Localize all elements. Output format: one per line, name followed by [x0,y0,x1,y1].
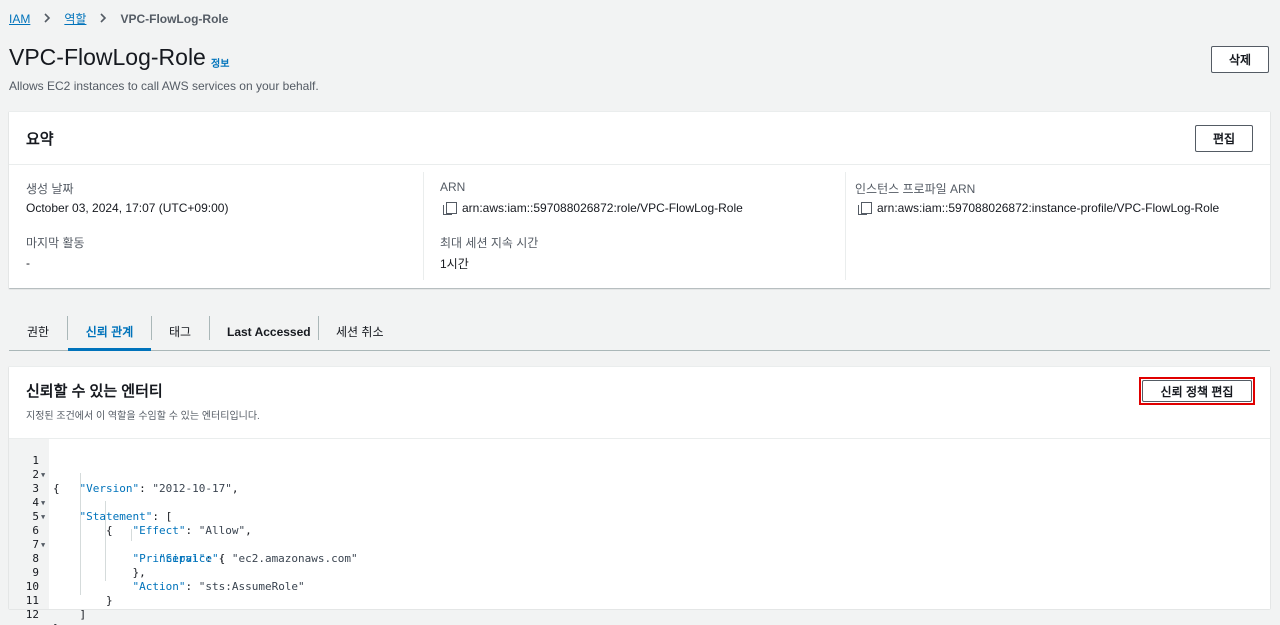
edit-button[interactable]: 편집 [1195,125,1253,152]
code-line: 9 "Action": "sts:AssumeRole" [9,552,304,593]
copy-icon[interactable] [443,201,457,215]
breadcrumb-iam-link[interactable]: IAM [9,12,30,26]
created-date-value: October 03, 2024, 17:07 (UTC+09:00) [26,201,229,215]
code-line: 1 ▼ { [9,440,59,495]
code-text: ] [53,608,87,621]
instance-profile-value-row: arn:aws:iam::597088026872:instance-profi… [858,201,1219,215]
code-text: "Statement": [ [79,510,173,523]
page-description: Allows EC2 instances to call AWS service… [9,79,319,93]
tab-revoke-sessions[interactable]: 세션 취소 [336,313,384,350]
arn-value: arn:aws:iam::597088026872:role/VPC-FlowL… [462,201,743,215]
code-line: 8 }, [9,538,145,579]
copy-icon[interactable] [858,201,872,215]
max-session-value: 1시간 [440,257,469,271]
info-link[interactable]: 정보 [211,55,229,70]
instance-profile-label: 인스턴스 프로파일 ARN [855,182,976,196]
code-line: 6 ▼ "Principal": { [9,510,225,565]
summary-column-1: 생성 날짜 October 03, 2024, 17:07 (UTC+09:00… [26,172,424,280]
line-number: 12 [25,608,39,621]
code-line: 5 "Effect": "Allow", [9,496,251,537]
tab-trust-relationships[interactable]: 신뢰 관계 [68,313,151,351]
summary-title: 요약 [26,131,54,148]
tab-divider [209,316,210,340]
code-line: 2 "Version": "2012-10-17", [9,454,238,495]
summary-column-2: ARN arn:aws:iam::597088026872:role/VPC-F… [440,172,846,280]
arn-value-row: arn:aws:iam::597088026872:role/VPC-FlowL… [443,201,743,215]
summary-column-3: 인스턴스 프로파일 ARN arn:aws:iam::597088026872:… [855,172,1261,280]
tab-tags[interactable]: 태그 [169,313,191,350]
summary-panel: 요약 편집 생성 날짜 October 03, 2024, 17:07 (UTC… [9,111,1270,288]
highlight-box: 신뢰 정책 편집 [1139,377,1255,405]
code-line: 10 } [9,566,113,607]
trusted-entities-description: 지정된 조건에서 이 역할을 수임할 수 있는 엔터티입니다. [26,411,260,422]
last-activity-value: - [26,256,30,270]
tab-divider [151,316,152,340]
summary-divider [9,164,1270,165]
chevron-right-icon [40,11,54,26]
trusted-entities-title: 신뢰할 수 있는 엔터티 [26,383,163,400]
code-text: "Service": "ec2.amazonaws.com" [158,552,358,565]
breadcrumb-current: VPC-FlowLog-Role [120,11,229,26]
code-text: } [53,594,113,607]
code-text: "Effect": "Allow", [132,524,252,537]
code-text: }, [53,566,146,579]
trusted-entities-panel: 신뢰할 수 있는 엔터티 지정된 조건에서 이 역할을 수임할 수 있는 엔터티… [9,366,1270,625]
code-line: 12 } [9,594,60,625]
code-line: 11 ] [9,580,86,621]
edit-trust-policy-button[interactable]: 신뢰 정책 편집 [1142,380,1252,402]
code-line: 7 "Service": "ec2.amazonaws.com" [9,524,357,565]
breadcrumb-roles-link[interactable]: 역할 [64,10,86,27]
arn-label: ARN [440,180,466,194]
tab-permissions[interactable]: 권한 [27,313,49,350]
policy-code-editor[interactable]: 1 ▼ { 2 "Version": "2012-10-17", 3 ▼ "St… [9,438,1270,625]
breadcrumb: IAM 역할 VPC-FlowLog-Role [9,10,228,27]
code-text: "Action": "sts:AssumeRole" [132,580,305,593]
code-line: 4 ▼ { [9,482,112,537]
code-text: "Version": "2012-10-17", [79,482,239,495]
page-title: VPC-FlowLog-Role [9,44,206,70]
chevron-right-icon [96,11,110,26]
max-session-label: 최대 세션 지속 시간 [440,236,539,250]
tab-divider [318,316,319,340]
last-activity-label: 마지막 활동 [26,236,85,250]
created-date-label: 생성 날짜 [26,182,74,196]
delete-button[interactable]: 삭제 [1211,46,1269,73]
code-line: 3 ▼ "Statement": [ [9,468,172,523]
instance-profile-value: arn:aws:iam::597088026872:instance-profi… [877,201,1220,215]
tab-last-accessed[interactable]: Last Accessed [227,313,311,350]
tab-bar: 권한 신뢰 관계 태그 Last Accessed 세션 취소 [9,313,1270,351]
